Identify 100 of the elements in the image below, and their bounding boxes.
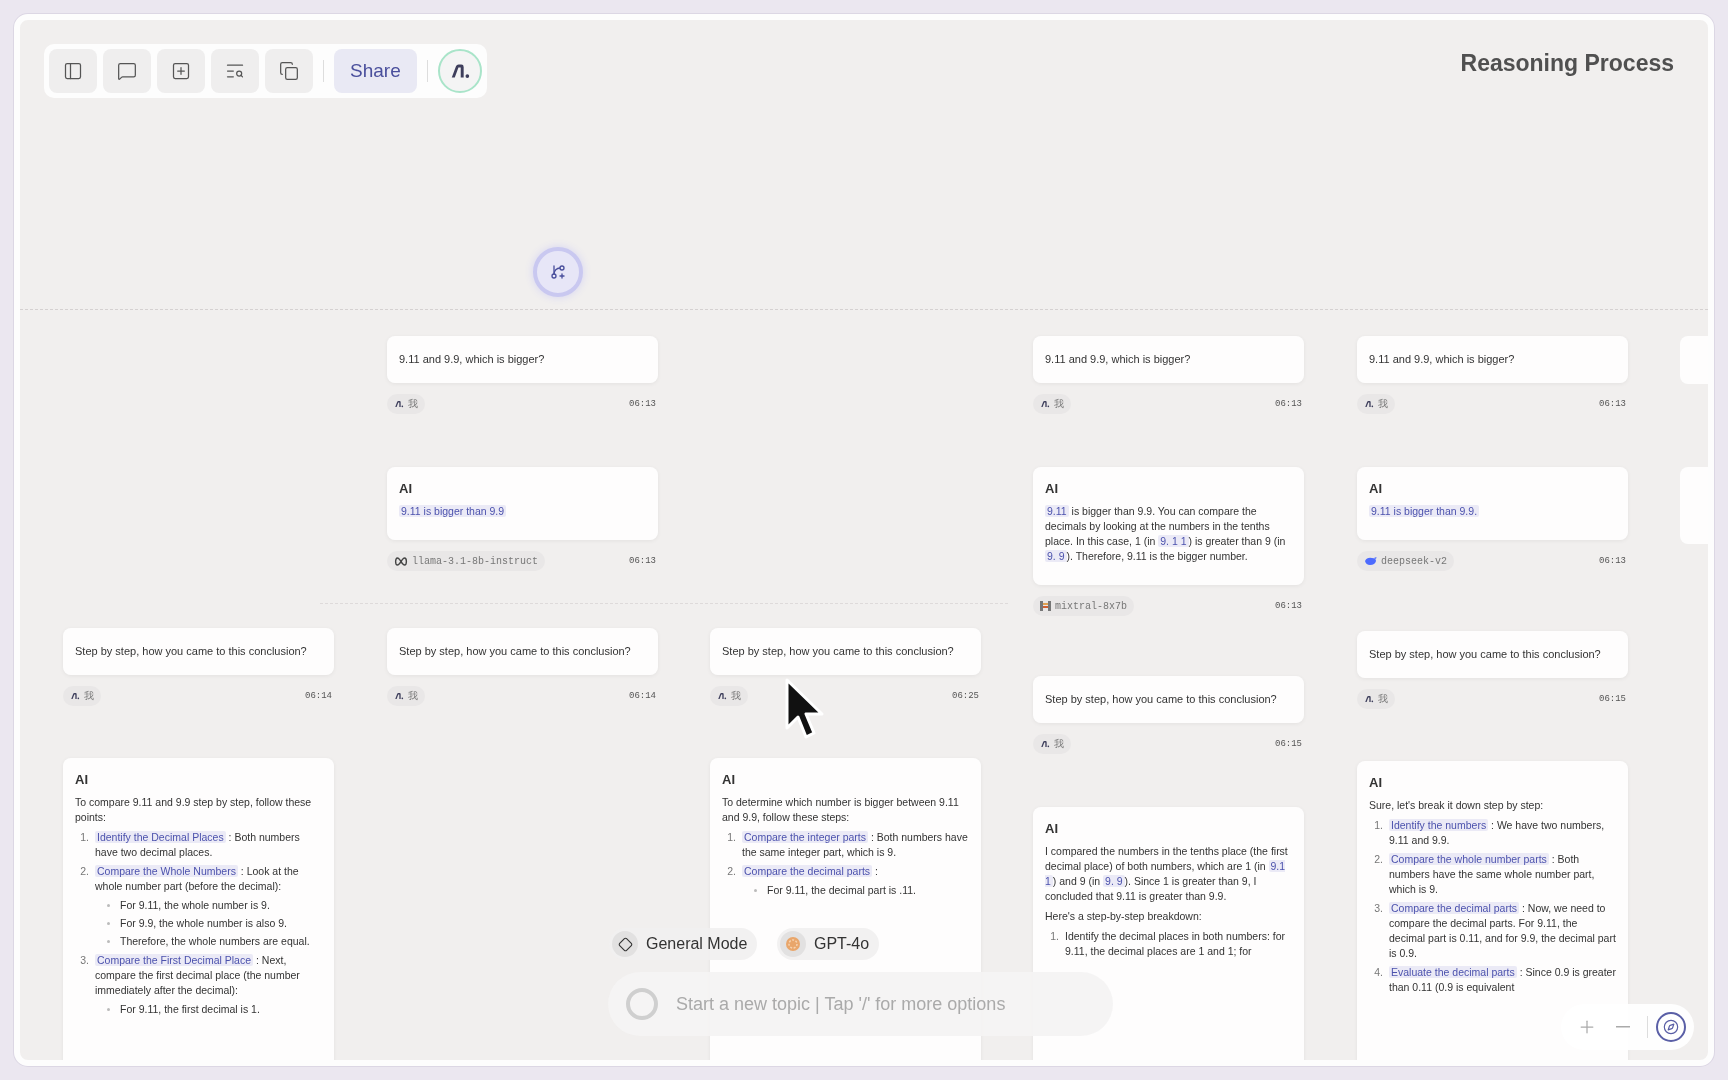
answer-paragraph: Here's a step-by-step breakdown: [1045,909,1203,924]
message-time: 06:13 [1599,556,1627,566]
author-name: 我 [731,689,741,703]
list-item-text: Evaluate the decimal parts : Since 0.9 is greater than 0.11 (0.9 is equivalent [1389,965,1616,995]
compass-icon [1663,1019,1679,1035]
list-number: 2. [79,864,90,879]
sidebar-icon [63,61,83,81]
bullet-dot [754,889,757,892]
message-time: 06:15 [1599,694,1627,704]
list-item-text: For 9.11, the decimal part is .11. [767,883,916,898]
answer-paragraph: Sure, let's break it down step by step: [1369,798,1545,813]
list-number: 3. [1373,901,1384,916]
author-name: 我 [408,689,418,703]
logo-icon [70,691,80,701]
answer-title: AI [75,772,89,787]
logo-icon [717,691,727,701]
toolbar-button[interactable] [103,49,151,93]
pixel-icon [1040,601,1051,611]
message-time: 06:13 [1275,601,1303,611]
topic-input-field[interactable]: Start a new topic | Tap '/' for more options [608,972,1113,1036]
answer-paragraph: 9.11 is bigger than 9.9. [1369,504,1481,519]
list-item-text: For 9.11, the first decimal is 1. [120,1002,260,1017]
diamond-icon [617,936,633,952]
branch-node-button[interactable] [533,247,583,297]
answer-paragraph: 9.11 is bigger than 9.9. You can compare the decimals by looking at the numbers in the tenths place. In this case, 1 (in 9. 1 1 ) is greater than 9 (in 9. 9 ). Therefore, 9.11 is the bigger number. [1045,504,1287,564]
bullet-dot [107,904,110,907]
list-number: 1. [79,830,90,845]
bullet-dot [107,1008,110,1011]
question-text: 9.11 and 9.9, which is bigger? [399,352,546,367]
author-name: 我 [408,397,418,411]
author-name: deepseek-v2 [1381,555,1447,567]
toolbar-button[interactable] [211,49,259,93]
author-name: 我 [84,689,94,703]
infinity-icon [394,556,408,566]
mode-selector[interactable]: General Mode [609,928,758,960]
question-text: Step by step, how you came to this conclusion? [75,644,308,659]
list-item-text: Compare the integer parts : Both numbers have the same integer part, which is 9. [742,830,969,860]
message-time: 06:14 [629,691,657,701]
topic-input[interactable]: Start a new topic | Tap '/' for more options [674,992,1095,1016]
model-icon [785,936,801,952]
list-item-text: Compare the decimal parts : Now, we need to compare the decimal parts. For 9.11, the decimal part is 0.11, and for 9.9, the decimal part is 0.9. [1389,901,1616,961]
copy-icon [279,61,299,81]
answer-title: AI [1045,481,1059,496]
cursor-icon [785,678,825,740]
message-time: 06:13 [629,556,657,566]
question-text: 9.11 and 9.9, which is bigger? [1045,352,1192,367]
model-selector[interactable]: GPT-4o [777,928,880,960]
model-label: GPT-4o [814,935,870,953]
answer-title: AI [722,772,736,787]
add-icon [171,61,191,81]
answer-paragraph: To determine which number is bigger between 9.11 and 9.9, follow these steps: [722,795,960,825]
compass-button[interactable] [1656,1012,1686,1042]
author-name: llama-3.1-8b-instruct [412,555,539,567]
share-button[interactable]: Share [334,49,417,93]
minus-icon [1616,1026,1630,1028]
list-item-text: Compare the First Decimal Place : Next, compare the first decimal place (the number immediately after the decimal): [95,953,301,998]
message-time: 06:14 [305,691,333,701]
logo-icon [394,399,404,409]
question-text: Step by step, how you came to this conclusion? [1045,692,1278,707]
logo-icon [1040,399,1050,409]
author-name: 我 [1054,737,1064,751]
list-item-text: Identify the Decimal Places : Both numbers have two decimal places. [95,830,301,860]
whale-icon [1364,556,1377,566]
author-name: 我 [1378,692,1388,706]
page-title: Reasoning Process [1460,50,1674,77]
circle-icon [626,988,658,1020]
list-item-text: Therefore, the whole numbers are equal. [120,934,310,949]
answer-title: AI [1369,775,1383,790]
answer-title: AI [1369,481,1383,496]
bullet-dot [107,940,110,943]
logo-icon [1364,694,1374,704]
message-time: 06:25 [952,691,980,701]
question-text: 9.11 and 9.9, which is bigger? [1369,352,1516,367]
list-number: 4. [1373,965,1384,980]
author-name: 我 [1054,397,1064,411]
list-number: 1. [726,830,737,845]
question-text: Step by step, how you came to this conclusion? [722,644,955,659]
message-time: 06:13 [629,399,657,409]
bullet-dot [107,922,110,925]
logo-icon [1364,399,1374,409]
toolbar-button[interactable] [49,49,97,93]
logo-icon [1040,739,1050,749]
message-time: 06:13 [1275,399,1303,409]
toolbar-button[interactable] [265,49,313,93]
list-item-text: Compare the decimal parts : [742,864,879,879]
answer-paragraph: 9.11 is bigger than 9.9 [399,504,508,519]
list-item-text: Identify the decimal places in both numbers: for 9.11, the decimal places are 1 and 1; for [1065,929,1287,959]
author-name: 我 [1378,397,1388,411]
toolbar-button[interactable] [157,49,205,93]
list-number: 1. [1049,929,1060,944]
list-item-text: For 9.11, the whole number is 9. [120,898,270,913]
list-item-text: Identify the numbers : We have two numbers, 9.11 and 9.9. [1389,818,1606,848]
avatar-button[interactable] [437,49,482,93]
logo-icon [394,691,404,701]
mode-label: General Mode [646,935,748,953]
message-time: 06:13 [1599,399,1627,409]
question-text: Step by step, how you came to this conclusion? [399,644,632,659]
question-text: Step by step, how you came to this conclusion? [1369,647,1602,662]
answer-title: AI [1045,821,1059,836]
list-item-text: For 9.9, the whole number is also 9. [120,916,287,931]
